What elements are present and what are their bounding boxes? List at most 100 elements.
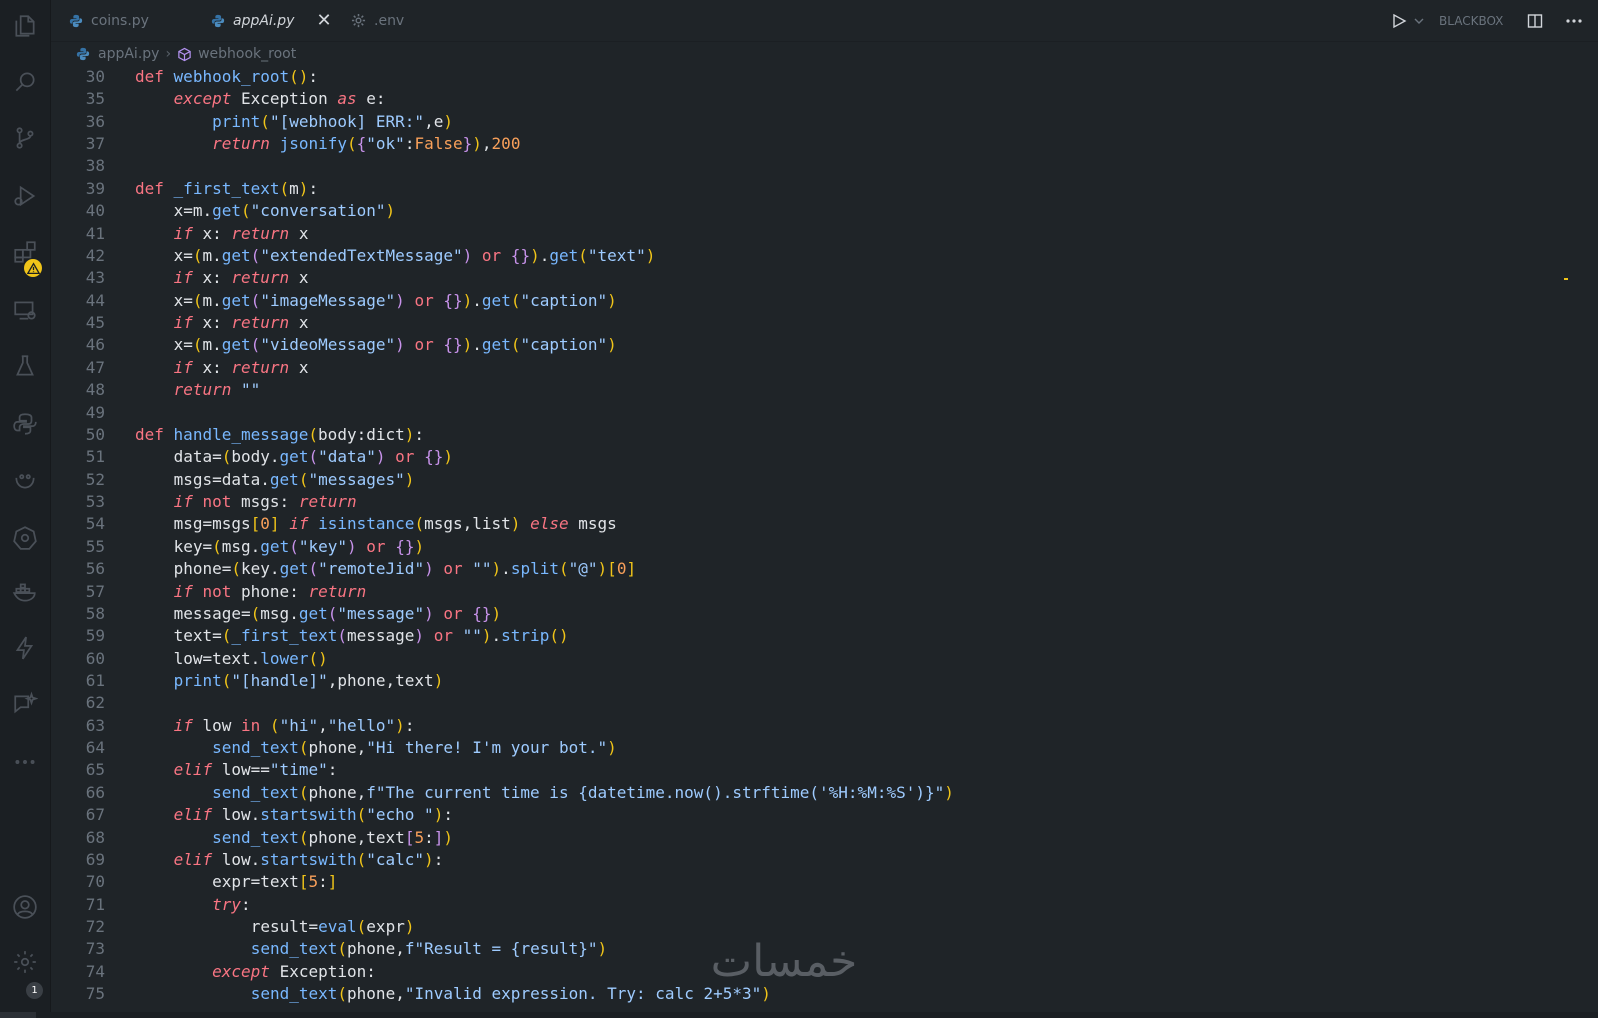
- remote-indicator[interactable]: [0, 1012, 36, 1018]
- line-number: 64: [85, 738, 105, 758]
- tab-label: coins.py: [91, 12, 149, 29]
- line-number: 44: [85, 290, 105, 310]
- line-number: 38: [85, 156, 105, 176]
- line-number: 71: [85, 894, 105, 914]
- code-text: if x: return x: [173, 268, 309, 288]
- kubernetes-icon[interactable]: [11, 524, 39, 552]
- activity-bar: 1: [0, 0, 51, 1018]
- line-number: 39: [85, 178, 105, 198]
- line-number: 48: [85, 380, 105, 400]
- code-text: message=(msg.get("message") or {}): [173, 603, 502, 623]
- source-control-icon[interactable]: [11, 124, 39, 152]
- line-number: 46: [85, 335, 105, 355]
- more-icon[interactable]: [11, 748, 39, 776]
- code-text: x=(m.get("extendedTextMessage") or {}).g…: [173, 245, 656, 265]
- code-text: if not phone: return: [173, 581, 367, 601]
- chat-sparkle-icon[interactable]: [11, 690, 39, 718]
- code-editor[interactable]: 30 def webhook_root(): 35 except Exception…: [51, 66, 1598, 1018]
- line-number: 52: [85, 469, 105, 489]
- code-text: msgs=data.get("messages"): [173, 469, 415, 489]
- remote-explorer-icon[interactable]: [11, 296, 39, 324]
- run-debug-icon[interactable]: [11, 182, 39, 210]
- code-text: def webhook_root():: [135, 67, 319, 86]
- close-tab-icon[interactable]: ✕: [316, 10, 331, 31]
- code-text: return jsonify({"ok":False}),200: [212, 134, 521, 154]
- line-number: 73: [85, 939, 105, 959]
- code-text: if x: return x: [173, 223, 309, 243]
- line-number: 74: [85, 961, 105, 981]
- code-text: elif low=="time":: [173, 760, 338, 780]
- line-number: 75: [85, 984, 105, 1004]
- editor-tab-bar: coins.py appAi.py ✕ .env BLACKBOX: [51, 0, 1598, 42]
- line-number: 42: [85, 245, 105, 265]
- code-text: x=(m.get("videoMessage") or {}).get("cap…: [173, 335, 617, 355]
- line-number: 51: [85, 447, 105, 467]
- notification-badge: 1: [26, 982, 43, 999]
- code-text: x=(m.get("imageMessage") or {}).get("cap…: [173, 290, 617, 310]
- testing-icon[interactable]: [11, 352, 39, 380]
- code-text: result=eval(expr): [250, 917, 415, 937]
- line-number: 67: [85, 805, 105, 825]
- line-number: 47: [85, 357, 105, 377]
- search-icon[interactable]: [11, 68, 39, 96]
- line-number: 54: [85, 514, 105, 534]
- line-number: 62: [85, 693, 105, 713]
- lightning-icon[interactable]: [11, 634, 39, 662]
- copilot-icon[interactable]: [11, 466, 39, 494]
- tab-coins-py[interactable]: coins.py: [69, 0, 149, 41]
- python-icon[interactable]: [11, 410, 39, 438]
- line-number: 56: [85, 559, 105, 579]
- line-number: 63: [85, 715, 105, 735]
- code-text: send_text(phone,f"Result = {result}"): [250, 939, 608, 959]
- python-icon: [76, 47, 90, 61]
- line-number: 53: [85, 492, 105, 512]
- tab-label: appAi.py: [233, 12, 295, 29]
- line-number: 72: [85, 917, 105, 937]
- line-number: 69: [85, 849, 105, 869]
- breadcrumb-symbol[interactable]: webhook_root: [198, 46, 296, 62]
- code-text: print("[webhook] ERR:",e): [212, 111, 453, 131]
- code-text: send_text(phone,"Hi there! I'm your bot.…: [212, 738, 617, 758]
- line-number: 40: [85, 201, 105, 221]
- line-number: 57: [85, 581, 105, 601]
- code-text: def handle_message(body:dict):: [135, 424, 425, 444]
- tab-appai-py[interactable]: appAi.py ✕: [211, 0, 332, 41]
- code-text: try:: [212, 894, 251, 914]
- line-number: 35: [85, 89, 105, 109]
- run-icon[interactable]: [1391, 13, 1407, 29]
- more-actions-icon[interactable]: [1565, 18, 1583, 24]
- code-text: data=(body.get("data") or {}): [173, 447, 453, 467]
- breadcrumb-file[interactable]: appAi.py: [98, 46, 159, 62]
- code-text: if x: return x: [173, 357, 309, 377]
- code-text: msg=msgs[0] if isinstance(msgs,list) els…: [173, 514, 617, 534]
- code-text: low=text.lower(): [173, 648, 328, 668]
- line-number: 36: [85, 111, 105, 131]
- watermark-text: خمسات: [711, 936, 858, 984]
- code-text: send_text(phone,text[5:]): [212, 827, 454, 847]
- split-editor-icon[interactable]: [1527, 13, 1543, 29]
- line-number: 58: [85, 603, 105, 623]
- code-text: text=(_first_text(message) or "").strip(…: [173, 626, 569, 646]
- tab-label: .env: [374, 12, 405, 29]
- line-number: 61: [85, 670, 105, 690]
- code-text: elif low.startswith("echo "):: [173, 805, 453, 825]
- line-number: 50: [85, 424, 105, 444]
- explorer-icon[interactable]: [11, 12, 39, 40]
- watermark-logo: خمسات: [711, 936, 858, 984]
- settings-gear-icon[interactable]: [11, 948, 39, 976]
- code-text: expr=text[5:]: [212, 872, 338, 892]
- line-number: 60: [85, 648, 105, 668]
- line-number: 30: [85, 67, 105, 86]
- docker-icon[interactable]: [11, 578, 39, 606]
- code-text: except Exception:: [212, 961, 376, 981]
- line-number: 65: [85, 760, 105, 780]
- account-icon[interactable]: [11, 893, 39, 921]
- tab-env[interactable]: .env: [351, 0, 404, 41]
- chevron-down-icon[interactable]: [1413, 15, 1425, 27]
- run-controls: BLACKBOX: [1391, 0, 1583, 41]
- blackbox-label[interactable]: BLACKBOX: [1439, 14, 1503, 28]
- line-number: 41: [85, 223, 105, 243]
- line-number: 55: [85, 536, 105, 556]
- line-number: 37: [85, 134, 105, 154]
- symbol-method-icon: [178, 47, 191, 61]
